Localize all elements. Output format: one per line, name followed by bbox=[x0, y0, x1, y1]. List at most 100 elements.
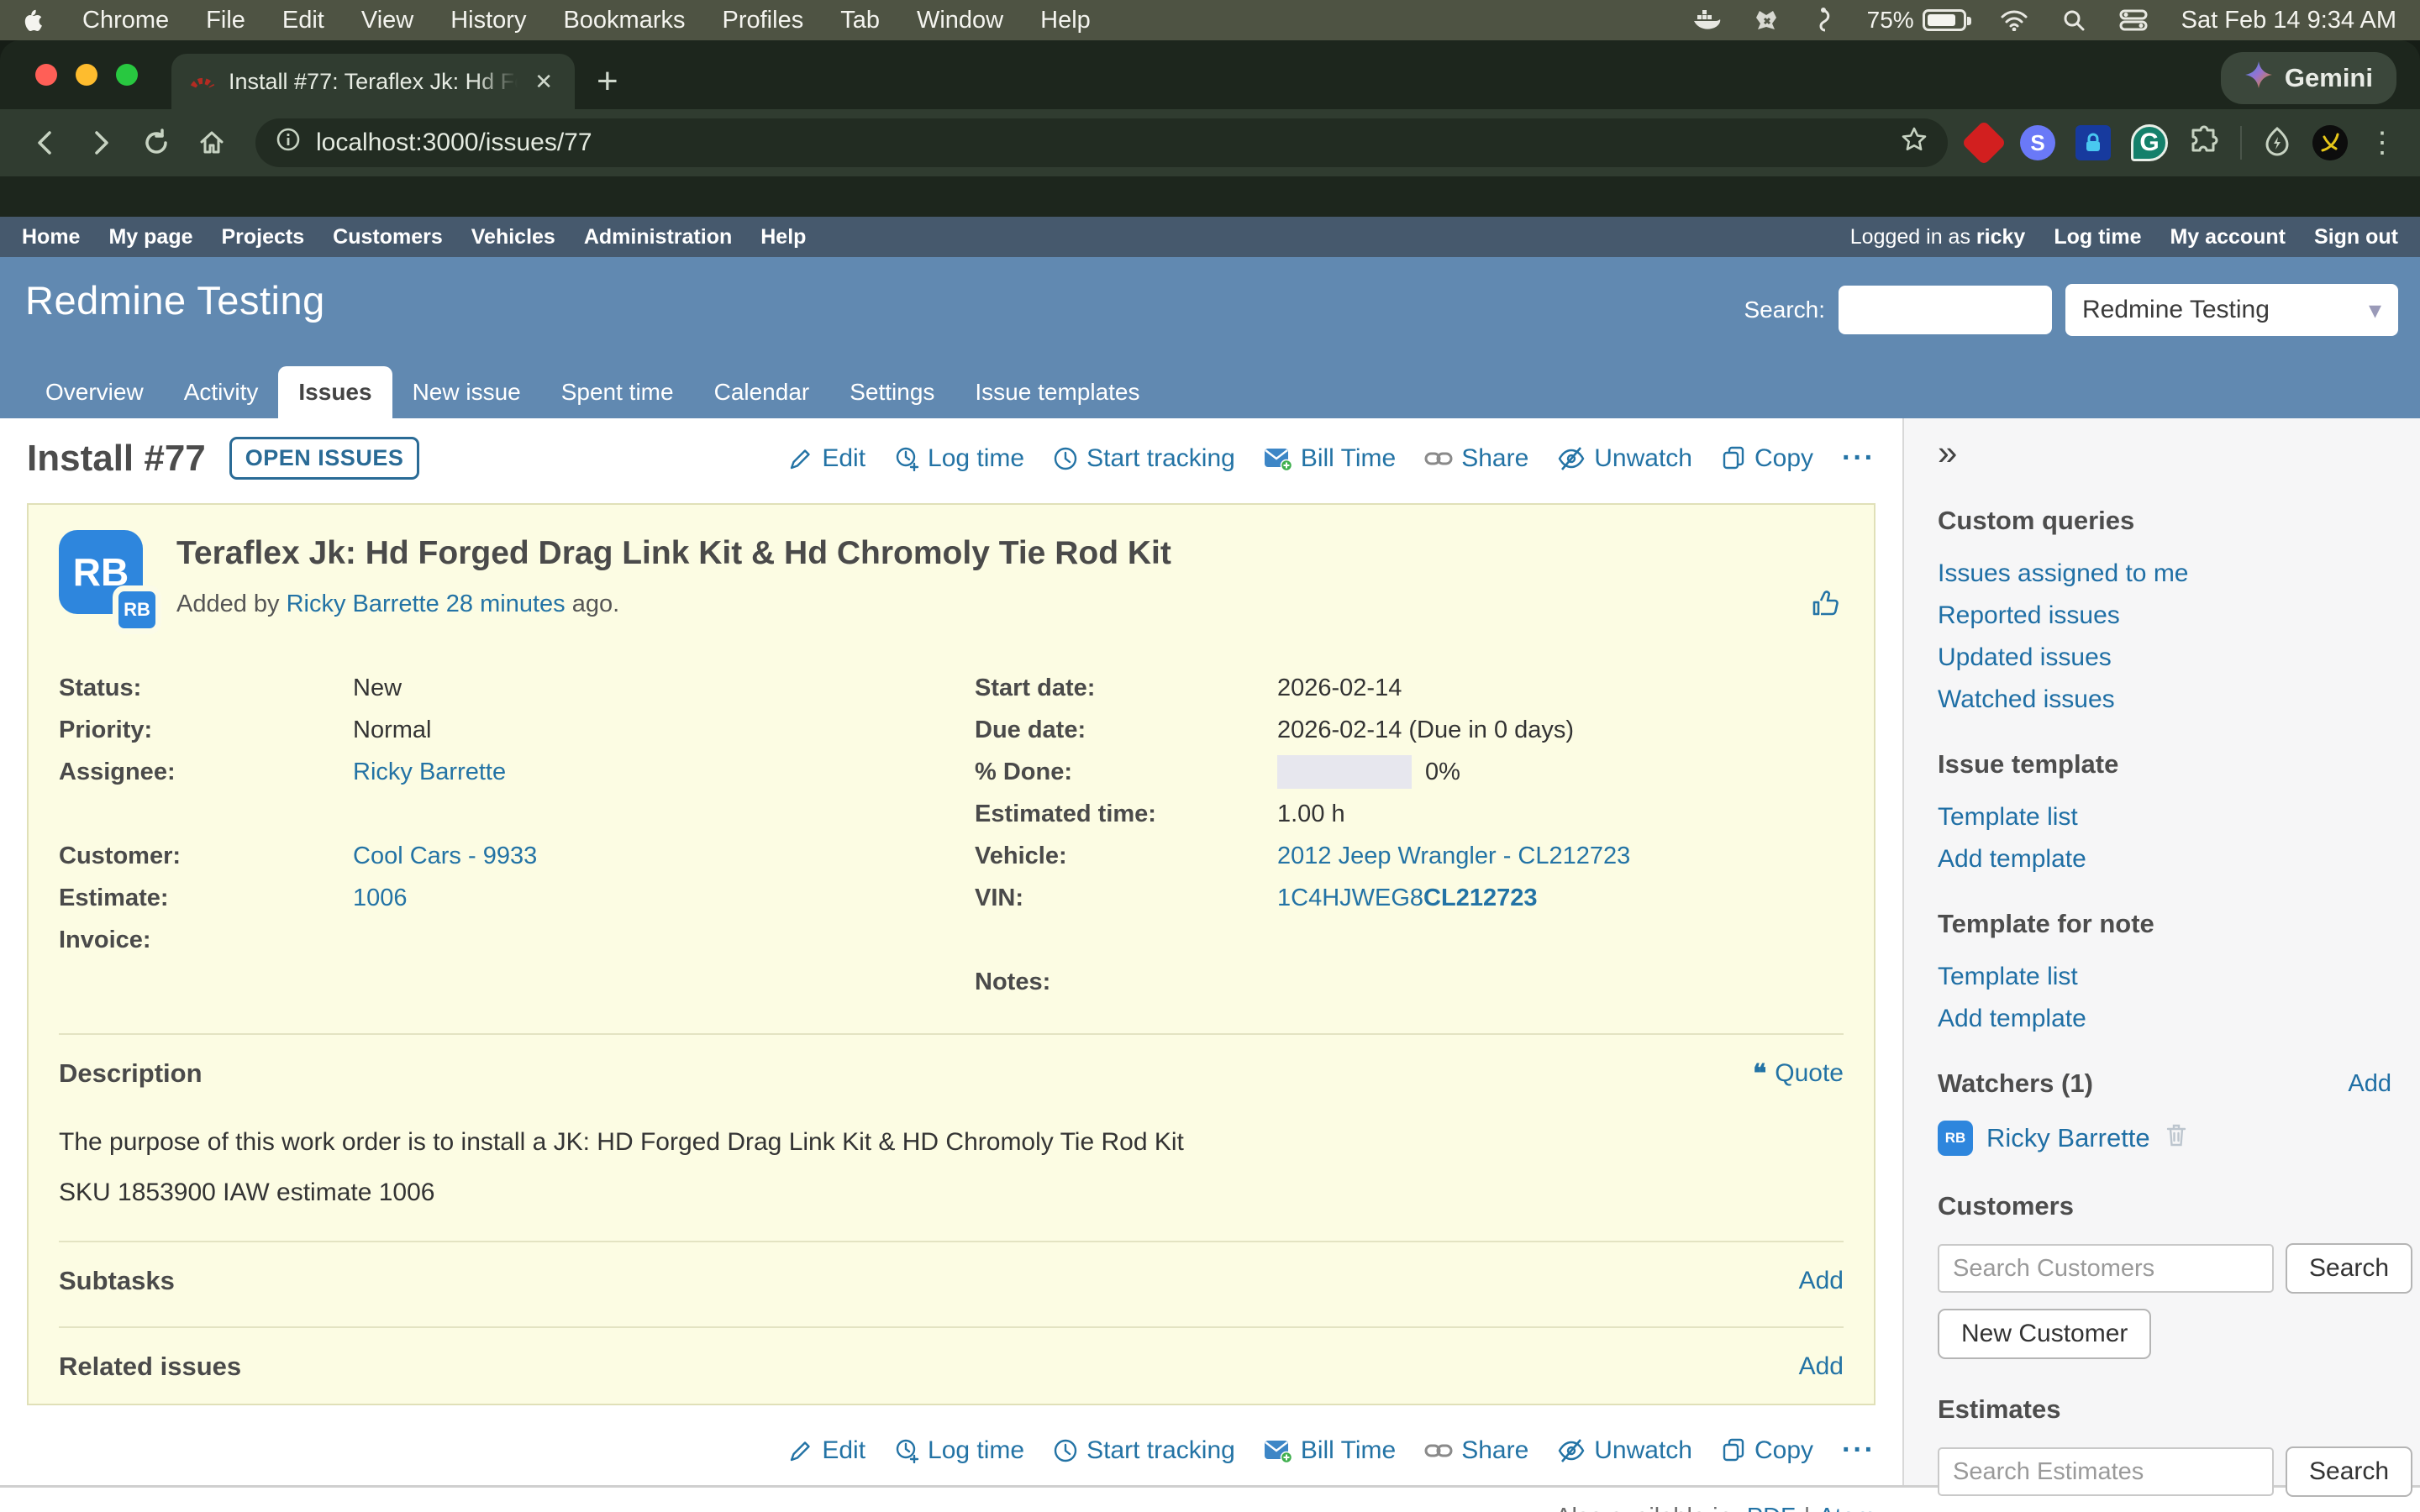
topnav-administration[interactable]: Administration bbox=[584, 225, 732, 249]
topnav-home[interactable]: Home bbox=[22, 225, 80, 249]
control-center-icon[interactable] bbox=[2119, 9, 2148, 31]
zoom-window-button[interactable] bbox=[116, 64, 138, 86]
menu-file[interactable]: File bbox=[206, 7, 245, 34]
menu-help[interactable]: Help bbox=[1040, 7, 1091, 34]
assignee-link[interactable]: Ricky Barrette bbox=[353, 759, 506, 785]
log-time-button-bottom[interactable]: Log time bbox=[894, 1436, 1024, 1465]
tab-overview[interactable]: Overview bbox=[25, 366, 164, 418]
note-add-template-link[interactable]: Add template bbox=[1938, 1005, 2420, 1033]
unwatch-button[interactable]: Unwatch bbox=[1557, 444, 1692, 473]
issue-template-list-link[interactable]: Template list bbox=[1938, 803, 2420, 832]
minimize-window-button[interactable] bbox=[76, 64, 97, 86]
tab-issues[interactable]: Issues bbox=[278, 366, 392, 418]
bill-time-button-bottom[interactable]: Bill Time bbox=[1264, 1436, 1396, 1465]
menubar-clock[interactable]: Sat Feb 14 9:34 AM bbox=[2181, 7, 2396, 34]
menu-window[interactable]: Window bbox=[917, 7, 1003, 34]
tab-issue-templates[interactable]: Issue templates bbox=[955, 366, 1160, 418]
edit-button[interactable]: Edit bbox=[788, 444, 865, 473]
added-time-link[interactable]: 28 minutes bbox=[446, 591, 566, 617]
search-estimates-input[interactable] bbox=[1938, 1447, 2274, 1496]
spotlight-search-icon[interactable] bbox=[2062, 8, 2086, 32]
subtasks-add-link[interactable]: Add bbox=[1799, 1267, 1844, 1295]
extension-icon-2[interactable]: S bbox=[2020, 125, 2055, 160]
url-text[interactable]: localhost:3000/issues/77 bbox=[316, 129, 1886, 157]
chrome-menu-icon[interactable]: ⋮ bbox=[2368, 126, 2398, 160]
menu-history[interactable]: History bbox=[450, 7, 526, 34]
wifi-icon[interactable] bbox=[2000, 9, 2028, 31]
query-watched-issues[interactable]: Watched issues bbox=[1938, 685, 2420, 714]
query-issues-assigned-to-me[interactable]: Issues assigned to me bbox=[1938, 559, 2420, 588]
more-actions-button-bottom[interactable]: ··· bbox=[1842, 1434, 1876, 1467]
close-window-button[interactable] bbox=[35, 64, 57, 86]
new-tab-button[interactable]: + bbox=[597, 60, 618, 109]
start-tracking-button[interactable]: Start tracking bbox=[1053, 444, 1235, 473]
related-issues-add-link[interactable]: Add bbox=[1799, 1352, 1844, 1381]
edit-button-bottom[interactable]: Edit bbox=[788, 1436, 865, 1465]
note-template-list-link[interactable]: Template list bbox=[1938, 963, 2420, 991]
topnav-my-page[interactable]: My page bbox=[108, 225, 192, 249]
extensions-puzzle-icon[interactable] bbox=[2188, 125, 2220, 161]
topnav-projects[interactable]: Projects bbox=[222, 225, 305, 249]
menubar-app-icon-2[interactable] bbox=[1813, 8, 1833, 33]
estimate-link[interactable]: 1006 bbox=[353, 885, 408, 911]
tab-settings[interactable]: Settings bbox=[829, 366, 955, 418]
home-button[interactable] bbox=[188, 119, 235, 166]
vin-link[interactable]: 1C4HJWEG8CL212723 bbox=[1277, 885, 1537, 911]
share-button-bottom[interactable]: Share bbox=[1424, 1436, 1528, 1465]
copy-button-bottom[interactable]: Copy bbox=[1721, 1436, 1813, 1465]
query-reported-issues[interactable]: Reported issues bbox=[1938, 601, 2420, 630]
grammarly-icon[interactable]: G bbox=[2131, 124, 2168, 161]
extension-icon-3[interactable] bbox=[2075, 125, 2111, 160]
pdf-link[interactable]: PDF bbox=[1747, 1504, 1796, 1512]
address-bar[interactable]: localhost:3000/issues/77 bbox=[255, 118, 1948, 167]
topnav-customers[interactable]: Customers bbox=[333, 225, 443, 249]
tab-spent-time[interactable]: Spent time bbox=[541, 366, 694, 418]
vehicle-link[interactable]: 2012 Jeep Wrangler - CL212723 bbox=[1277, 843, 1630, 869]
author-link[interactable]: Ricky Barrette bbox=[287, 591, 439, 617]
unwatch-button-bottom[interactable]: Unwatch bbox=[1557, 1436, 1692, 1465]
copy-button[interactable]: Copy bbox=[1721, 444, 1813, 473]
topnav-vehicles[interactable]: Vehicles bbox=[471, 225, 555, 249]
thumbs-up-icon[interactable] bbox=[1810, 589, 1840, 623]
issue-add-template-link[interactable]: Add template bbox=[1938, 845, 2420, 874]
apple-logo-icon[interactable] bbox=[24, 8, 45, 33]
profile-avatar[interactable] bbox=[2312, 125, 2348, 160]
quote-button[interactable]: ❝ Quote bbox=[1753, 1059, 1844, 1089]
menubar-app-icon-1[interactable] bbox=[1754, 8, 1780, 33]
atom-link[interactable]: Atom bbox=[1818, 1504, 1876, 1512]
current-user-link[interactable]: ricky bbox=[1976, 225, 2025, 249]
watchers-add-link[interactable]: Add bbox=[2348, 1070, 2391, 1098]
bill-time-button[interactable]: Bill Time bbox=[1264, 444, 1396, 473]
customer-link[interactable]: Cool Cars - 9933 bbox=[353, 843, 537, 869]
tab-activity[interactable]: Activity bbox=[164, 366, 279, 418]
search-customers-input[interactable] bbox=[1938, 1244, 2274, 1293]
menu-tab[interactable]: Tab bbox=[840, 7, 880, 34]
search-input[interactable] bbox=[1839, 286, 2052, 334]
browser-tab[interactable]: Install #77: Teraflex Jk: Hd Fo ✕ bbox=[171, 54, 575, 109]
more-actions-button[interactable]: ··· bbox=[1842, 442, 1876, 475]
reload-button[interactable] bbox=[133, 119, 180, 166]
menu-edit[interactable]: Edit bbox=[282, 7, 324, 34]
customers-search-button[interactable]: Search bbox=[2286, 1243, 2412, 1294]
topnav-help[interactable]: Help bbox=[760, 225, 806, 249]
menubar-app-name[interactable]: Chrome bbox=[82, 7, 169, 34]
topnav-log-time[interactable]: Log time bbox=[2054, 225, 2141, 249]
topnav-sign-out[interactable]: Sign out bbox=[2314, 225, 2398, 249]
query-updated-issues[interactable]: Updated issues bbox=[1938, 643, 2420, 672]
docker-icon[interactable] bbox=[1692, 8, 1721, 32]
menu-bookmarks[interactable]: Bookmarks bbox=[563, 7, 685, 34]
log-time-button[interactable]: Log time bbox=[894, 444, 1024, 473]
gemini-button[interactable]: Gemini bbox=[2221, 52, 2396, 104]
tab-new-issue[interactable]: New issue bbox=[392, 366, 541, 418]
extension-icon-1[interactable] bbox=[1961, 120, 2007, 165]
estimates-search-button[interactable]: Search bbox=[2286, 1446, 2412, 1497]
bookmark-star-icon[interactable] bbox=[1901, 126, 1928, 160]
start-tracking-button-bottom[interactable]: Start tracking bbox=[1053, 1436, 1235, 1465]
open-issues-badge[interactable]: OPEN ISSUES bbox=[229, 437, 420, 480]
tab-close-icon[interactable]: ✕ bbox=[531, 69, 556, 95]
site-info-icon[interactable] bbox=[276, 127, 301, 159]
battery-indicator[interactable]: 75% bbox=[1867, 7, 1966, 34]
new-customer-button[interactable]: New Customer bbox=[1938, 1309, 2151, 1359]
window-controls[interactable] bbox=[35, 64, 138, 86]
battery-saver-icon[interactable] bbox=[2262, 126, 2292, 160]
